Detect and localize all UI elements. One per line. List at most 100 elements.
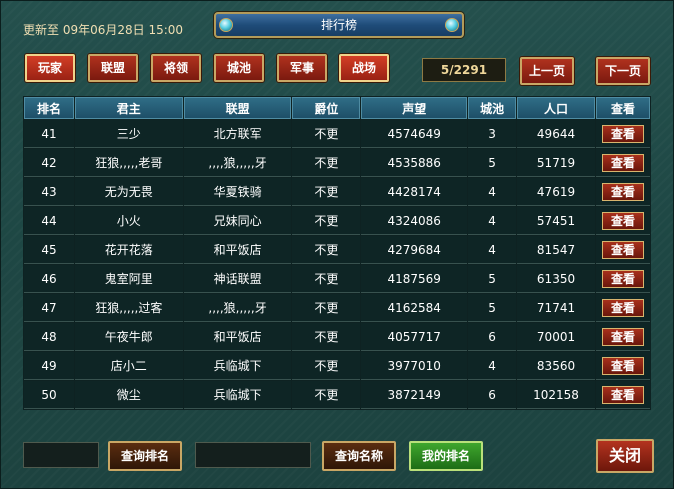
view-button[interactable]: 查看	[601, 356, 644, 375]
view-button[interactable]: 查看	[601, 269, 644, 288]
cell-population: 61350	[517, 265, 595, 293]
table-row: 43 无为无畏 华夏铁骑 不更 4428174 4 47619 查看	[24, 178, 650, 206]
search-rank-button[interactable]: 查询排名	[108, 441, 182, 471]
cell-alliance[interactable]: 和平饭店	[183, 323, 292, 351]
cell-view: 查看	[595, 323, 650, 351]
cell-title: 不更	[292, 207, 361, 235]
cell-title: 不更	[292, 352, 361, 380]
cell-lord[interactable]: 狂狼,,,,,过客	[74, 294, 183, 322]
next-page-button[interactable]: 下一页	[596, 57, 650, 85]
prev-page-button[interactable]: 上一页	[520, 57, 574, 85]
my-rank-button[interactable]: 我的排名	[409, 441, 483, 471]
cell-population: 81547	[517, 236, 595, 264]
view-button[interactable]: 查看	[601, 124, 644, 143]
table-row: 42 狂狼,,,,,老哥 ,,,,狼,,,,,牙 不更 4535886 5 51…	[24, 149, 650, 177]
cell-prestige: 4187569	[361, 265, 468, 293]
cell-prestige: 3872149	[361, 381, 468, 409]
cell-prestige: 4574649	[361, 120, 468, 148]
page-indicator: 5/2291	[422, 58, 506, 82]
cell-alliance[interactable]: 和平饭店	[183, 236, 292, 264]
cell-rank: 45	[24, 236, 74, 264]
cell-prestige: 4535886	[361, 149, 468, 177]
cell-view: 查看	[595, 352, 650, 380]
header-lord: 君主	[74, 97, 183, 119]
cell-title: 不更	[292, 236, 361, 264]
cell-population: 102158	[517, 381, 595, 409]
header-title: 爵位	[292, 97, 361, 119]
view-button[interactable]: 查看	[601, 327, 644, 346]
cell-rank: 41	[24, 120, 74, 148]
table-row: 45 花开花落 和平饭店 不更 4279684 4 81547 查看	[24, 236, 650, 264]
cell-alliance[interactable]: 北方联军	[183, 120, 292, 148]
update-time: 更新至 09年06月28日 15:00	[23, 23, 184, 37]
cell-alliance[interactable]: 华夏铁骑	[183, 178, 292, 206]
tab-cities[interactable]: 城池	[214, 54, 264, 82]
view-button[interactable]: 查看	[601, 211, 644, 230]
table-row: 41 三少 北方联军 不更 4574649 3 49644 查看	[24, 120, 650, 148]
cell-prestige: 4324086	[361, 207, 468, 235]
cell-view: 查看	[595, 265, 650, 293]
ranking-table: 排名 君主 联盟 爵位 声望 城池 人口 查看 41 三少 北方联军 不更 45…	[23, 96, 651, 410]
cell-lord[interactable]: 花开花落	[74, 236, 183, 264]
cell-cities: 5	[468, 149, 517, 177]
tab-military[interactable]: 军事	[277, 54, 327, 82]
cell-rank: 50	[24, 381, 74, 409]
cell-rank: 48	[24, 323, 74, 351]
cell-lord[interactable]: 狂狼,,,,,老哥	[74, 149, 183, 177]
tab-alliance[interactable]: 联盟	[88, 54, 138, 82]
cell-view: 查看	[595, 120, 650, 148]
cell-cities: 4	[468, 236, 517, 264]
cell-alliance[interactable]: 兄妹同心	[183, 207, 292, 235]
cell-view: 查看	[595, 207, 650, 235]
rank-search-input[interactable]	[23, 442, 99, 468]
cell-population: 70001	[517, 323, 595, 351]
cell-rank: 42	[24, 149, 74, 177]
cell-alliance[interactable]: ,,,,狼,,,,,牙	[183, 294, 292, 322]
table-row: 49 店小二 兵临城下 不更 3977010 4 83560 查看	[24, 352, 650, 380]
cell-lord[interactable]: 鬼室阿里	[74, 265, 183, 293]
close-button[interactable]: 关闭	[596, 439, 654, 473]
header-alliance: 联盟	[183, 97, 292, 119]
tab-players[interactable]: 玩家	[25, 54, 75, 82]
view-button[interactable]: 查看	[601, 240, 644, 259]
cell-rank: 47	[24, 294, 74, 322]
cell-view: 查看	[595, 149, 650, 177]
cell-alliance[interactable]: 兵临城下	[183, 381, 292, 409]
cell-title: 不更	[292, 323, 361, 351]
table-header-row: 排名 君主 联盟 爵位 声望 城池 人口 查看	[24, 97, 650, 119]
table-row: 46 鬼室阿里 神话联盟 不更 4187569 5 61350 查看	[24, 265, 650, 293]
cell-alliance[interactable]: 兵临城下	[183, 352, 292, 380]
cell-alliance[interactable]: ,,,,狼,,,,,牙	[183, 149, 292, 177]
table-row: 50 微尘 兵临城下 不更 3872149 6 102158 查看	[24, 381, 650, 409]
view-button[interactable]: 查看	[601, 153, 644, 172]
view-button[interactable]: 查看	[601, 182, 644, 201]
cell-title: 不更	[292, 178, 361, 206]
cell-lord[interactable]: 三少	[74, 120, 183, 148]
leaderboard-window: 更新至 09年06月28日 15:00 排行榜 玩家 联盟 将领 城池 军事 战…	[0, 0, 674, 489]
cell-population: 47619	[517, 178, 595, 206]
cell-lord[interactable]: 微尘	[74, 381, 183, 409]
view-button[interactable]: 查看	[601, 298, 644, 317]
cell-lord[interactable]: 无为无畏	[74, 178, 183, 206]
cell-title: 不更	[292, 294, 361, 322]
gem-ornament-icon	[219, 18, 233, 32]
cell-rank: 46	[24, 265, 74, 293]
cell-rank: 49	[24, 352, 74, 380]
cell-prestige: 4162584	[361, 294, 468, 322]
cell-view: 查看	[595, 294, 650, 322]
cell-cities: 4	[468, 178, 517, 206]
cell-alliance[interactable]: 神话联盟	[183, 265, 292, 293]
cell-lord[interactable]: 店小二	[74, 352, 183, 380]
search-name-button[interactable]: 查询名称	[322, 441, 396, 471]
tab-generals[interactable]: 将领	[151, 54, 201, 82]
cell-lord[interactable]: 午夜牛郎	[74, 323, 183, 351]
view-button[interactable]: 查看	[601, 385, 644, 404]
cell-lord[interactable]: 小火	[74, 207, 183, 235]
tab-battlefield[interactable]: 战场	[339, 54, 389, 82]
cell-population: 83560	[517, 352, 595, 380]
cell-population: 51719	[517, 149, 595, 177]
cell-cities: 6	[468, 323, 517, 351]
cell-title: 不更	[292, 381, 361, 409]
cell-cities: 6	[468, 381, 517, 409]
name-search-input[interactable]	[195, 442, 311, 468]
